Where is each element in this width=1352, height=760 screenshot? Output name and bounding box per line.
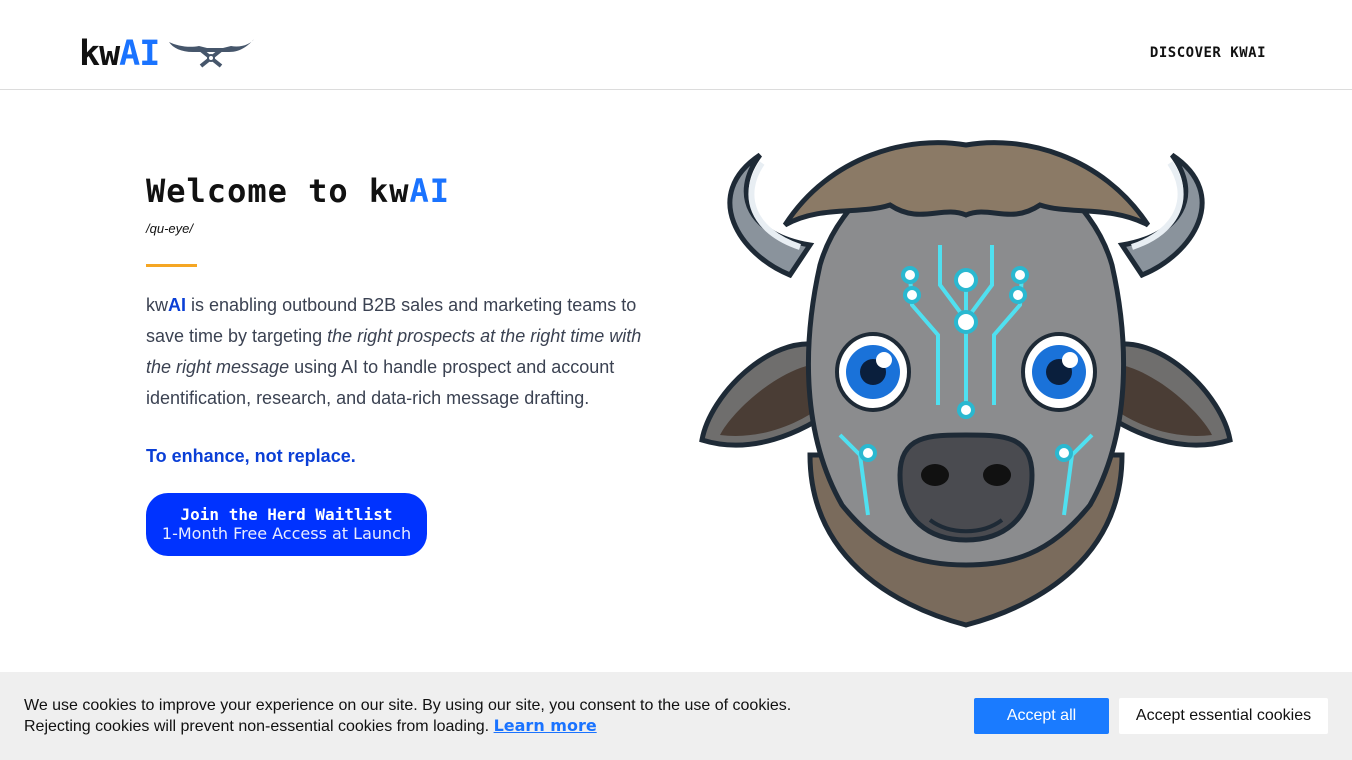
bull-horns-icon [169, 39, 255, 68]
site-header: kw AI DISCOVER KWAI [0, 0, 1352, 90]
accept-all-cookies-button[interactable]: Accept all [974, 698, 1109, 734]
cookie-line-2: Rejecting cookies will prevent non-essen… [24, 718, 494, 735]
cta-subtitle: 1-Month Free Access at Launch [161, 524, 412, 543]
tagline: To enhance, not replace. [146, 446, 356, 466]
nav-discover-kwai[interactable]: DISCOVER KWAI [1150, 45, 1266, 61]
hero-description: kwAI is enabling outbound B2B sales and … [146, 290, 646, 414]
desc-brand-accent: AI [168, 295, 186, 315]
logo-text-accent: AI [119, 34, 160, 74]
cookie-line-1: We use cookies to improve your experienc… [24, 697, 792, 714]
logo-text-prefix: kw [79, 34, 120, 74]
title-accent: AI [409, 172, 450, 210]
site-logo[interactable]: kw AI [79, 34, 255, 74]
join-waitlist-button[interactable]: Join the Herd Waitlist 1-Month Free Acce… [146, 493, 427, 556]
accept-essential-cookies-button[interactable]: Accept essential cookies [1119, 698, 1328, 734]
cyber-buffalo-mascot [699, 140, 1233, 628]
learn-more-link[interactable]: Learn more [494, 716, 597, 735]
cta-title: Join the Herd Waitlist [180, 505, 393, 524]
desc-brand-prefix: kw [146, 295, 168, 315]
page-title: Welcome to kwAI [146, 172, 450, 210]
title-prefix: Welcome to kw [146, 172, 410, 210]
accent-divider [146, 264, 197, 267]
cookie-message: We use cookies to improve your experienc… [24, 696, 791, 737]
pronunciation: /qu-eye/ [146, 221, 193, 236]
